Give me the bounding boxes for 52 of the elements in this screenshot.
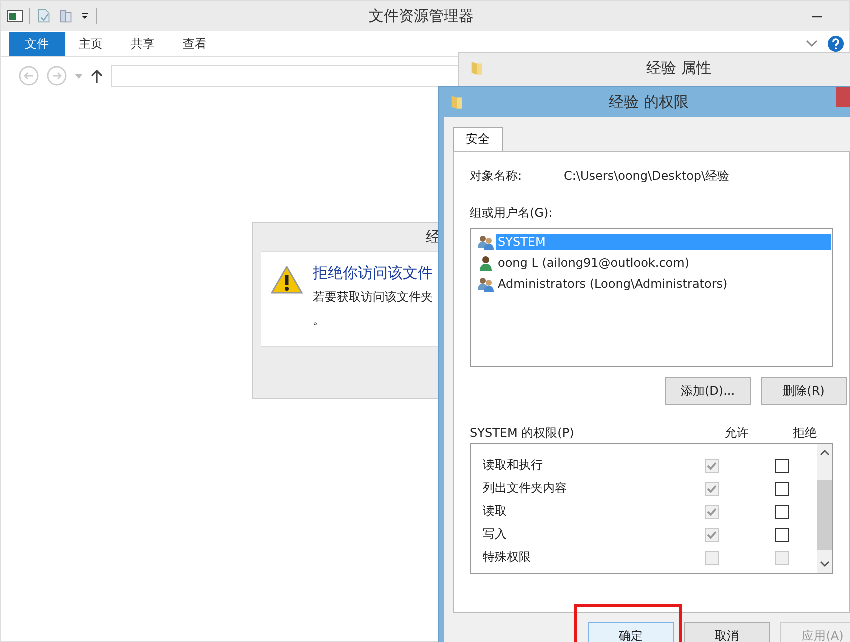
user-list-item[interactable]: Administrators (Loong\Administrators)	[472, 273, 831, 294]
checkbox[interactable]	[775, 504, 789, 518]
users-list[interactable]: SYSTEM oong L (ailong91@outlook.com) Administrators (Loong\Administrators)	[470, 228, 833, 367]
scroll-down-icon[interactable]	[820, 561, 830, 567]
dialog-title: 经验 属性	[646, 58, 712, 78]
permission-name: 读取和执行	[482, 457, 544, 474]
dialog-button[interactable]: 删除(R)	[761, 377, 847, 405]
ribbon-tab[interactable]: 共享	[117, 32, 169, 56]
object-name-label: 对象名称:	[470, 168, 524, 185]
checkbox[interactable]	[775, 482, 789, 496]
permission-name: 读取	[482, 503, 508, 520]
caret-icon[interactable]	[75, 74, 83, 78]
folder-icon[interactable]	[58, 9, 74, 23]
window-title: 文件资源管理器	[369, 7, 474, 26]
dialog-button[interactable]: 确定	[588, 622, 674, 642]
help-icon[interactable]	[828, 36, 844, 52]
back-icon[interactable]	[19, 66, 39, 86]
users-label: 组或用户名(G):	[470, 205, 554, 222]
scroll-up-icon[interactable]	[820, 450, 830, 456]
error-message: 若要获取访问该文件夹	[313, 289, 433, 306]
dropdown-icon[interactable]	[80, 11, 90, 21]
ribbon-tab[interactable]: 文件	[9, 32, 65, 56]
permission-name: 写入	[482, 526, 508, 543]
users-icon	[478, 234, 494, 250]
error-heading: 拒绝你访问该文件	[313, 264, 433, 283]
warning-icon	[271, 266, 303, 294]
checkbox[interactable]	[775, 458, 789, 472]
window-icon[interactable]	[7, 9, 23, 23]
folder-icon	[451, 94, 463, 110]
ribbon-tab[interactable]: 查看	[169, 32, 221, 56]
user-list-item[interactable]: oong L (ailong91@outlook.com)	[472, 252, 831, 273]
ribbon-tab[interactable]: 主页	[65, 32, 117, 56]
column-header: 拒绝	[792, 424, 818, 442]
dialog-button[interactable]: 取消	[684, 622, 770, 642]
dialog-button[interactable]: 添加(D)...	[665, 377, 751, 405]
object-path: C:\Users\oong\Desktop\经验	[564, 168, 730, 185]
permission-name: 特殊权限	[482, 549, 532, 566]
up-arrow-icon[interactable]	[91, 69, 103, 83]
permissions-label: SYSTEM 的权限(P)	[470, 424, 576, 442]
error-message: 。	[313, 312, 326, 329]
users-icon	[478, 276, 494, 292]
user-icon	[478, 254, 494, 270]
folder-icon	[471, 60, 483, 76]
document-icon[interactable]	[36, 9, 52, 23]
column-header: 允许	[724, 424, 750, 442]
chevron-icon[interactable]	[806, 40, 818, 48]
checkbox[interactable]	[775, 528, 789, 542]
tab[interactable]: 安全	[453, 127, 503, 151]
permission-name: 列出文件夹内容	[482, 480, 568, 497]
forward-icon[interactable]	[47, 66, 67, 86]
scrollbar[interactable]	[817, 444, 832, 573]
dialog-title: 经验 的权限	[608, 92, 690, 112]
